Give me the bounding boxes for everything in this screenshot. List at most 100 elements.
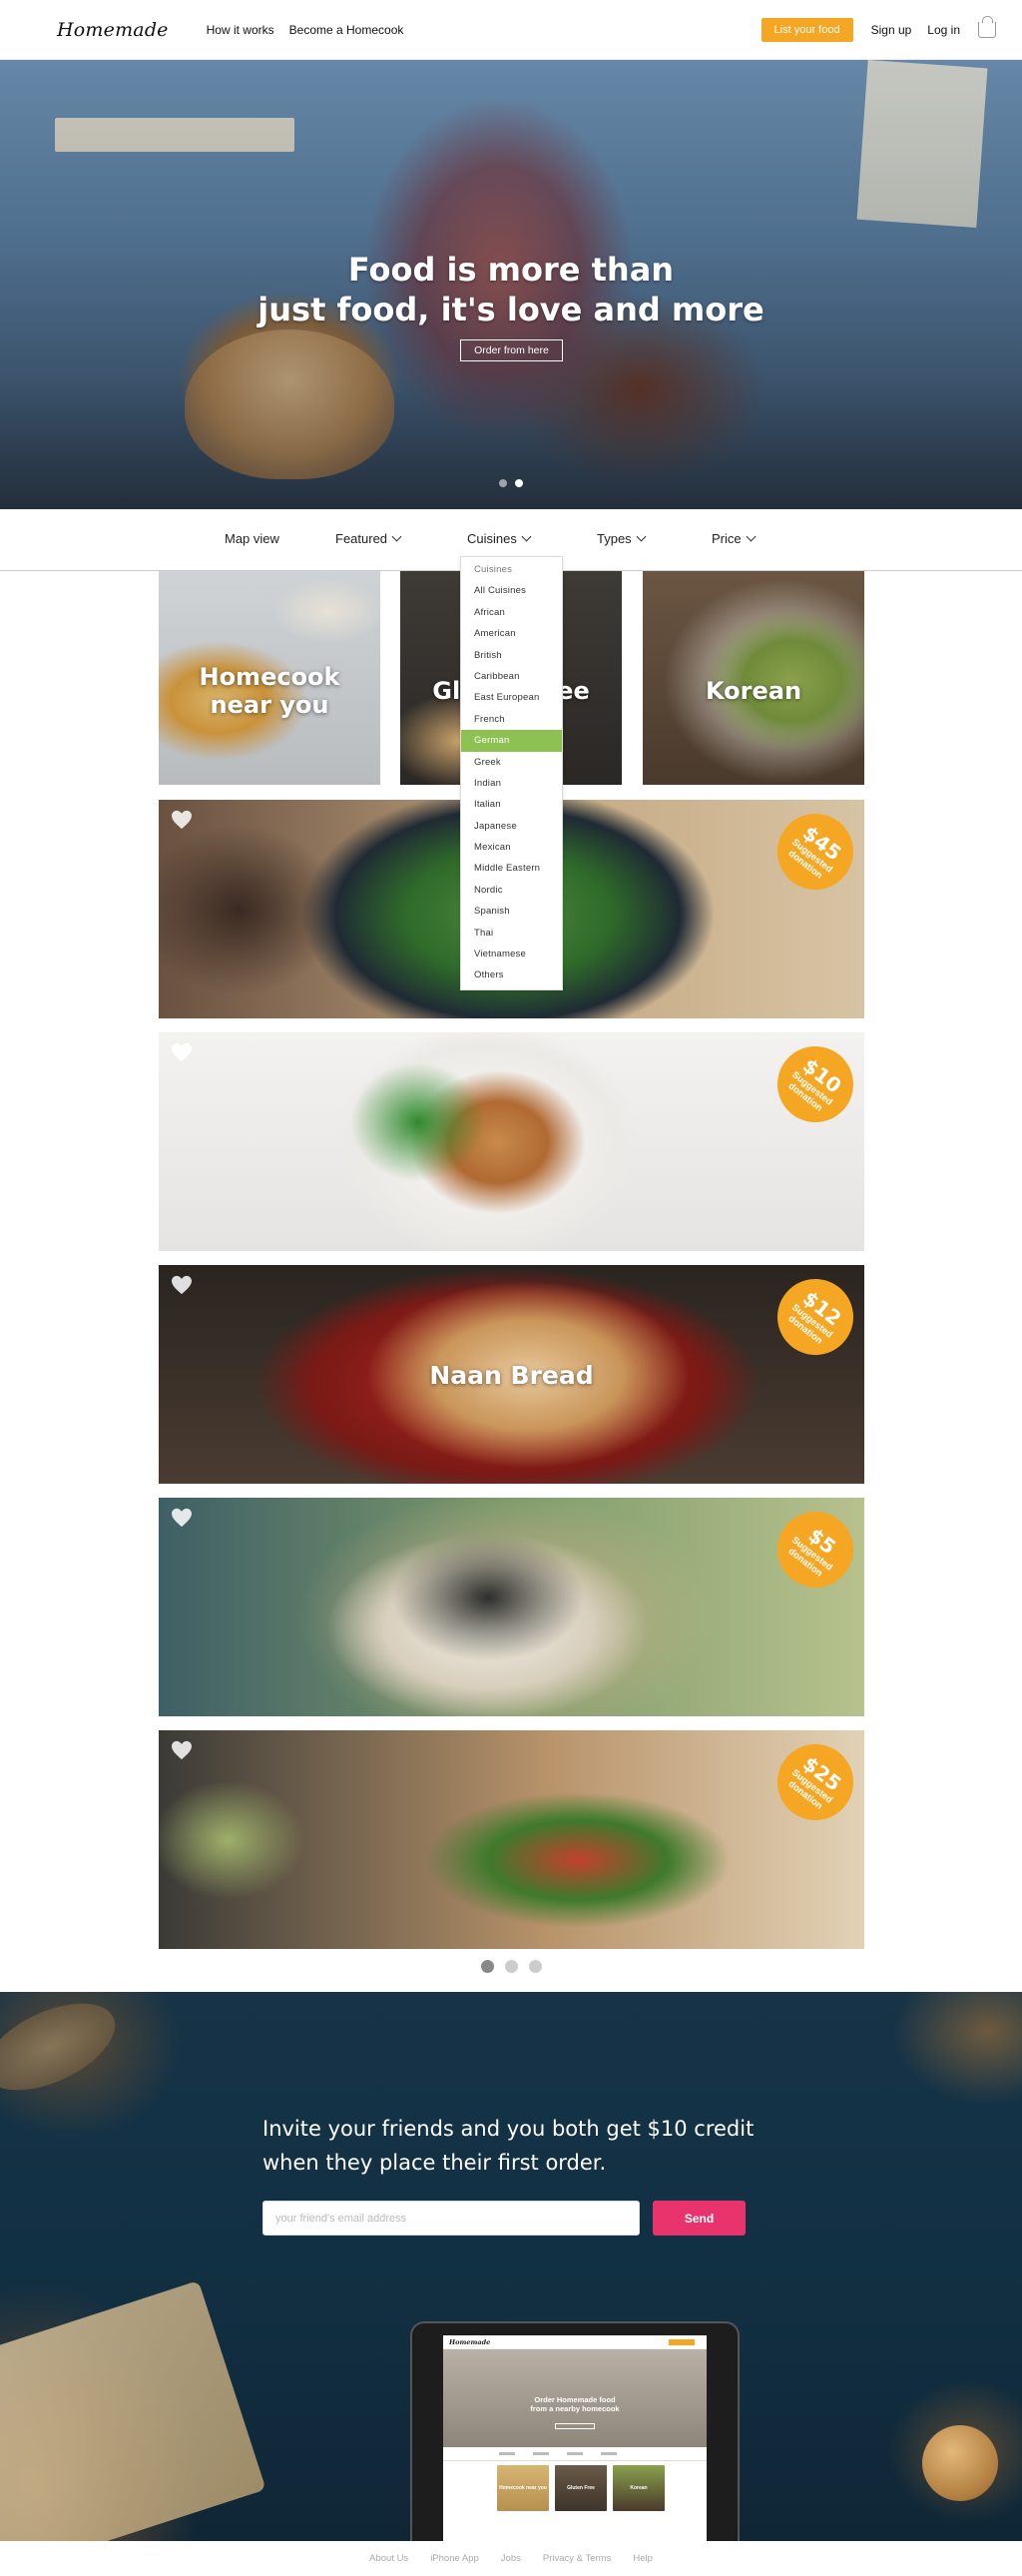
cuisine-option[interactable]: East European: [461, 687, 562, 708]
hero-dot[interactable]: [499, 479, 507, 487]
page: Homemade How it works Become a Homecook …: [0, 0, 1022, 2576]
mini-hero-title: Order Homemade food from a nearby homeco…: [443, 2395, 707, 2413]
footer-link-privacy[interactable]: Privacy & Terms: [543, 2553, 611, 2564]
tile-korean[interactable]: Korean: [643, 571, 864, 785]
tile-homecook-line1: Homecook: [199, 663, 340, 691]
mini-filter: [533, 2452, 549, 2455]
pagination-dots: [0, 1960, 1022, 1973]
top-header: Homemade How it works Become a Homecook …: [0, 0, 1022, 60]
price-badge: $45 Suggested donation: [762, 800, 864, 906]
tablet-screen: Homemade Order Homemade food from a near…: [443, 2335, 707, 2541]
cuisine-option[interactable]: Indian: [461, 773, 562, 794]
food-card[interactable]: Naan Bread $12 Suggested donation: [159, 1265, 864, 1484]
sign-up-link[interactable]: Sign up: [871, 23, 912, 37]
food-card[interactable]: $10 Suggested donation: [159, 1032, 864, 1251]
order-from-here-button[interactable]: Order from here: [460, 339, 563, 361]
heart-icon[interactable]: [171, 1508, 193, 1528]
tile-korean-label: Korean: [705, 677, 802, 705]
cuisine-option[interactable]: Mexican: [461, 837, 562, 858]
mini-hero-button: [555, 2423, 595, 2429]
featured-label: Featured: [335, 531, 388, 546]
cart-icon[interactable]: [978, 15, 996, 38]
heart-icon[interactable]: [171, 1042, 193, 1062]
log-in-link[interactable]: Log in: [927, 23, 960, 37]
cuisine-option[interactable]: African: [461, 602, 562, 623]
tile-homecook-near-you[interactable]: Homecook near you: [159, 571, 380, 785]
hero-slide-dots: [0, 479, 1022, 487]
heart-icon[interactable]: [171, 810, 193, 830]
footer: About Us iPhone App Jobs Privacy & Terms…: [0, 2541, 1022, 2576]
nav-how-it-works[interactable]: How it works: [207, 23, 274, 37]
cuisine-option[interactable]: Others: [461, 965, 562, 985]
footer-link-about[interactable]: About Us: [369, 2553, 408, 2564]
cuisines-filter[interactable]: Cuisines: [467, 531, 532, 546]
chevron-down-icon: [746, 531, 757, 542]
price-badge: $25 Suggested donation: [762, 1730, 864, 1836]
cutting-board-image: [0, 2280, 266, 2541]
price-filter[interactable]: Price: [712, 531, 757, 546]
list-your-food-button[interactable]: List your food: [761, 17, 853, 42]
footer-link-jobs[interactable]: Jobs: [501, 2553, 521, 2564]
mini-tiles: Homecook near you Gluten Free Korean: [443, 2461, 707, 2511]
page-dot[interactable]: [528, 1960, 542, 1973]
heart-icon[interactable]: [171, 1275, 193, 1295]
cuisine-option[interactable]: All Cuisines: [461, 580, 562, 601]
cuisines-label: Cuisines: [467, 531, 517, 546]
map-view-filter[interactable]: Map view: [225, 531, 279, 546]
types-filter[interactable]: Types: [597, 531, 647, 546]
spoon-image: [0, 1992, 129, 2109]
invite-section: Invite your friends and you both get $10…: [0, 1992, 1022, 2541]
cuisine-option[interactable]: Middle Eastern: [461, 858, 562, 879]
dropdown-header: Cuisines: [474, 564, 513, 575]
chevron-down-icon: [521, 531, 532, 542]
hero-title: Food is more than just food, it's love a…: [0, 250, 1022, 329]
mini-filter: [499, 2452, 515, 2455]
chevron-down-icon: [636, 531, 647, 542]
logo[interactable]: Homemade: [57, 19, 169, 41]
cuisine-option[interactable]: Japanese: [461, 816, 562, 837]
hero-title-line2: just food, it's love and more: [257, 291, 765, 328]
cuisine-option[interactable]: Greek: [461, 752, 562, 773]
mini-filter: [567, 2452, 583, 2455]
cuisine-option[interactable]: Vietnamese: [461, 944, 562, 965]
cuisine-option[interactable]: British: [461, 645, 562, 666]
mini-filter-bar: [443, 2447, 707, 2461]
tile-homecook-label: Homecook near you: [159, 663, 380, 719]
footer-link-iphone-app[interactable]: iPhone App: [430, 2553, 479, 2564]
chevron-down-icon: [391, 531, 402, 542]
price-label: Price: [712, 531, 742, 546]
mini-list-button: [669, 2338, 695, 2345]
footer-link-help[interactable]: Help: [633, 2553, 653, 2564]
nav-become-homecook[interactable]: Become a Homecook: [289, 23, 404, 37]
hero-dot-active[interactable]: [515, 479, 523, 487]
mini-tile: Gluten Free: [555, 2465, 607, 2511]
price-badge: $10 Suggested donation: [762, 1032, 864, 1138]
types-label: Types: [597, 531, 632, 546]
mini-header: Homemade: [443, 2335, 707, 2349]
page-dot-active[interactable]: [480, 1960, 494, 1973]
cuisine-option[interactable]: Italian: [461, 794, 562, 815]
card-title: Naan Bread: [429, 1361, 594, 1390]
cuisine-option[interactable]: Nordic: [461, 880, 562, 901]
food-card[interactable]: $25 Suggested donation: [159, 1730, 864, 1949]
page-dot[interactable]: [504, 1960, 518, 1973]
heart-icon[interactable]: [171, 1740, 193, 1760]
cuisine-option[interactable]: French: [461, 709, 562, 730]
tablet-mockup: Homemade Order Homemade food from a near…: [410, 2321, 740, 2541]
send-button[interactable]: Send: [653, 2201, 746, 2236]
friend-email-input[interactable]: [262, 2201, 640, 2236]
cuisine-option-selected[interactable]: German: [461, 730, 562, 752]
invite-title: Invite your friends and you both get $10…: [262, 2112, 781, 2180]
invite-line1: Invite your friends and you both get $10…: [262, 2117, 755, 2141]
mini-hero: Order Homemade food from a nearby homeco…: [443, 2349, 707, 2447]
cuisine-option[interactable]: American: [461, 623, 562, 644]
featured-filter[interactable]: Featured: [335, 531, 402, 546]
mini-logo: Homemade: [449, 2337, 491, 2346]
price-badge: $5 Suggested donation: [762, 1498, 864, 1604]
mini-tile: Homecook near you: [497, 2465, 549, 2511]
hero-title-line1: Food is more than: [347, 251, 675, 289]
cuisine-option[interactable]: Spanish: [461, 901, 562, 922]
cuisine-option[interactable]: Caribbean: [461, 666, 562, 687]
food-card[interactable]: $5 Suggested donation: [159, 1498, 864, 1716]
cuisine-option[interactable]: Thai: [461, 923, 562, 944]
